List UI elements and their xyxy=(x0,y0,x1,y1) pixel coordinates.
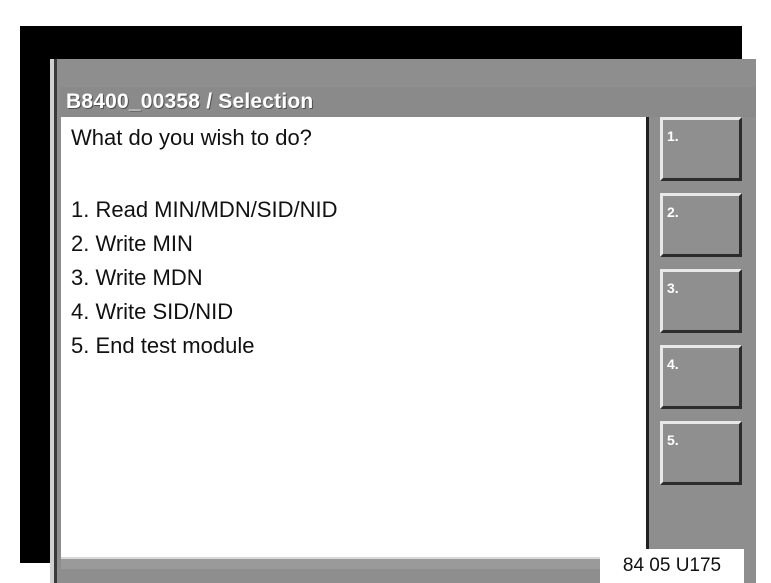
figure-code-box: 84 05 U175 xyxy=(600,549,744,583)
prompt-text: What do you wish to do? xyxy=(71,125,312,150)
option-item: 4. Write SID/NID xyxy=(71,299,234,324)
softkey-label: 2. xyxy=(667,204,679,220)
bottom-strip xyxy=(61,557,607,569)
content-panel: What do you wish to do? 1. Read MIN/MDN/… xyxy=(61,117,649,557)
title-bar: B8400_00358 / Selection xyxy=(60,87,756,117)
option-list: 1. Read MIN/MDN/SID/NID 2. Write MIN 3. … xyxy=(71,193,338,363)
left-edge-shadow xyxy=(54,59,57,583)
softkey-5-button[interactable]: 5. xyxy=(660,421,742,485)
softkey-label: 3. xyxy=(667,280,679,296)
window-title: B8400_00358 / Selection xyxy=(66,90,314,113)
option-item: 5. End test module xyxy=(71,333,255,358)
option-item: 1. Read MIN/MDN/SID/NID xyxy=(71,197,338,222)
option-item: 3. Write MDN xyxy=(71,265,203,290)
softkey-2-button[interactable]: 2. xyxy=(660,193,742,257)
softkey-label: 5. xyxy=(667,432,679,448)
diagnostic-screen: B8400_00358 / Selection What do you wish… xyxy=(50,59,756,583)
softkey-1-button[interactable]: 1. xyxy=(660,117,742,181)
softkey-label: 1. xyxy=(667,128,679,144)
softkey-label: 4. xyxy=(667,356,679,372)
softkey-3-button[interactable]: 3. xyxy=(660,269,742,333)
screen-frame: B8400_00358 / Selection What do you wish… xyxy=(20,26,756,583)
option-item: 2. Write MIN xyxy=(71,231,193,256)
figure-code: 84 05 U175 xyxy=(622,555,722,576)
softkey-4-button[interactable]: 4. xyxy=(660,345,742,409)
